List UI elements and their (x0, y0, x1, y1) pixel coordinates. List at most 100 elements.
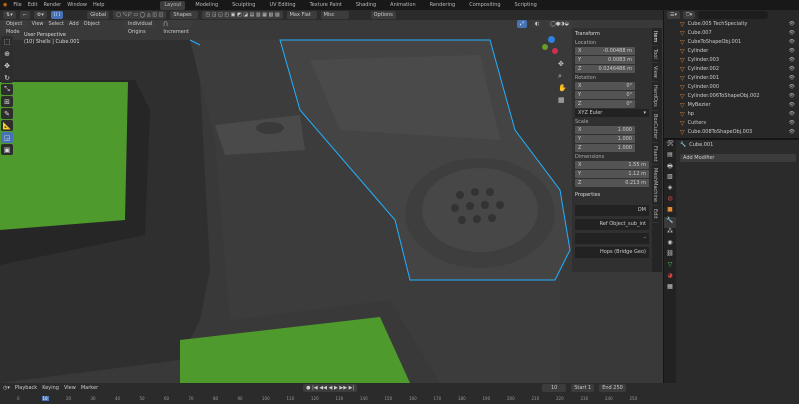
transform-pivot-button[interactable]: ⇅▾ (3, 11, 16, 19)
object-mode-dropdown[interactable]: Object Mode (3, 20, 27, 35)
visibility-icon[interactable]: 👁 (789, 92, 795, 101)
outliner-item[interactable]: ▽ Cylinder.003 👁 (664, 56, 799, 65)
tab-edit[interactable]: Edit (652, 206, 658, 224)
location-y-field[interactable]: Y 0.0083 m (575, 56, 635, 64)
snap-button[interactable]: ⌐ (19, 11, 30, 19)
tab-scripting[interactable]: Scripting (511, 1, 541, 10)
physics-icon[interactable]: ◉ (664, 239, 676, 250)
transform-tool-icon[interactable]: ⊞ (1, 96, 13, 107)
display-mode-dropdown[interactable]: ☰▾ (667, 11, 680, 19)
rotation-z-field[interactable]: Z 0° (575, 100, 635, 108)
frame-ruler[interactable]: 0 10 20 30 40 50 60 70 80 90 100 110 120 130 140 150 160… (0, 383, 663, 404)
options-dropdown[interactable]: Options (370, 11, 396, 19)
visibility-icon[interactable]: 👁 (789, 83, 795, 92)
scene-props-icon[interactable]: ◈ (664, 184, 676, 195)
tab-texture-paint[interactable]: Texture Paint (306, 1, 346, 10)
overlay-toggle[interactable]: ◐ (531, 20, 543, 28)
dimensions-z-field[interactable]: Z 0.213 m (575, 179, 649, 187)
hardops-menu-button[interactable]: Global (87, 11, 110, 19)
annotate-tool-icon[interactable]: ✎ (1, 108, 13, 119)
visibility-icon[interactable]: 👁 (789, 47, 795, 56)
boxcutter-shapes[interactable]: ▢ ◹ ◸ ▭ ◯ ◬ ◫ ◫ (113, 11, 167, 19)
outliner-item[interactable]: ▽ hp 👁 (664, 110, 799, 119)
modifier-props-icon[interactable]: 🔧 (664, 217, 676, 228)
tab-item[interactable]: Item (652, 28, 658, 47)
output-props-icon[interactable]: 🖶 (664, 162, 676, 173)
dimensions-x-field[interactable]: X 1.55 m (575, 161, 649, 169)
prop-field-ref[interactable]: Ref Object_sub_int (575, 219, 649, 230)
outliner-item[interactable]: ▽ Cube.007 👁 (664, 29, 799, 38)
outliner-item[interactable]: ▽ Cylinder.006ToShapeObj.002 👁 (664, 92, 799, 101)
cursor-tool-icon[interactable]: ⊕ (1, 48, 13, 59)
outliner-item[interactable]: ▽ Cylinder 👁 (664, 47, 799, 56)
texture-props-icon[interactable]: ▦ (664, 283, 676, 294)
3d-viewport[interactable]: User Perspective (10) Shells | Cube.001 … (0, 20, 663, 383)
outliner-item[interactable]: ▽ Cylinder.002 👁 (664, 65, 799, 74)
scale-tool-icon[interactable]: ⤡ (1, 84, 13, 95)
scale-x-field[interactable]: X 1.000 (575, 126, 635, 134)
menu-edit[interactable]: Edit (28, 2, 38, 8)
tab-animation[interactable]: Animation (386, 1, 420, 10)
view-nav-buttons[interactable]: ✥ ⌕ ✋ ▦ (558, 58, 568, 106)
snap-increment-dropdown[interactable]: ⋂ Increment (160, 20, 192, 35)
properties-header[interactable]: Properties (575, 191, 649, 199)
measure-tool-icon[interactable]: 📐 (1, 120, 13, 131)
tab-view[interactable]: View (652, 63, 658, 82)
menu-file[interactable]: File (13, 2, 21, 8)
outliner-item[interactable]: ▽ Cube.008ToShapeObj.003 👁 (664, 128, 799, 137)
visibility-icon[interactable]: 👁 (789, 74, 795, 83)
settings-button[interactable]: ⚙▾ (33, 11, 47, 19)
tab-meshmachine[interactable]: MeshMachine (652, 165, 658, 207)
visibility-icon[interactable]: 👁 (789, 56, 795, 65)
world-props-icon[interactable]: ◍ (664, 195, 676, 206)
outliner-item[interactable]: ▽ Cylinder.000 👁 (664, 83, 799, 92)
visibility-icon[interactable]: 👁 (789, 119, 795, 128)
tab-fluent[interactable]: Fluent (652, 143, 658, 166)
outliner-item[interactable]: ▽ MyBezier 👁 (664, 101, 799, 110)
add-modifier-button[interactable]: Add Modifier (680, 154, 796, 162)
outliner-item[interactable]: ▽ CubeToShapeObj.001 👁 (664, 38, 799, 47)
visibility-icon[interactable]: 👁 (789, 128, 795, 137)
view-layer-icon[interactable]: ▧ (664, 173, 676, 184)
menu-help[interactable]: Help (93, 2, 104, 8)
tab-uv-editing[interactable]: UV Editing (265, 1, 299, 10)
prop-field-dm[interactable]: DM (575, 205, 649, 216)
tab-boxcutter[interactable]: BoxCutter (652, 111, 658, 143)
rotation-mode-dropdown[interactable]: XYZ Euler ▾ (575, 109, 649, 117)
constraints-icon[interactable]: ⛓ (664, 250, 676, 261)
tab-tool[interactable]: Tool (652, 46, 658, 64)
view-menu[interactable]: View (32, 21, 44, 27)
prop-field-empty[interactable]: – (575, 233, 649, 244)
dimensions-y-field[interactable]: Y 1.12 m (575, 170, 649, 178)
location-z-field[interactable]: Z 0.0246486 m (575, 65, 635, 73)
outliner-search-input[interactable] (698, 11, 769, 19)
prop-field-hops[interactable]: Hops (Bridge Geo) (575, 247, 649, 258)
outliner-item[interactable]: ▽ Cylinder.001 👁 (664, 74, 799, 83)
outliner-item[interactable]: ▽ Cube.005 TechSpecialty 👁 (664, 20, 799, 29)
shading-modes[interactable]: ◯●◑◒ (547, 20, 572, 28)
visibility-icon[interactable]: 👁 (789, 20, 795, 29)
rotate-tool-icon[interactable]: ↻ (1, 72, 13, 83)
visibility-icon[interactable]: 👁 (789, 38, 795, 47)
tool-props-icon[interactable]: 🛠 (664, 140, 676, 151)
misc-dropdown[interactable]: Misc (320, 11, 349, 19)
scale-z-field[interactable]: Z 1.000 (575, 144, 635, 152)
axis-mode-dropdown[interactable]: Max Flat (286, 11, 317, 19)
tab-shading[interactable]: Shading (352, 1, 380, 10)
select-menu[interactable]: Select (49, 21, 64, 27)
rotation-y-field[interactable]: Y 0° (575, 91, 635, 99)
menu-window[interactable]: Window (67, 2, 87, 8)
select-tool-icon[interactable]: ⬚ (1, 36, 13, 47)
particles-icon[interactable]: ⁂ (664, 228, 676, 239)
tab-layout[interactable]: Layout (160, 0, 186, 10)
visibility-icon[interactable]: 👁 (789, 29, 795, 38)
visibility-icon[interactable]: 👁 (789, 65, 795, 74)
object-menu[interactable]: Object (84, 21, 100, 27)
add-menu[interactable]: Add (69, 21, 79, 27)
scale-y-field[interactable]: Y 1.000 (575, 135, 635, 143)
boxcutter-modes[interactable]: ◳ ◲ ◱ ◰ ▣ ◩ ◪ ▤ ▥ ▦ ▧ ▨ (202, 11, 283, 19)
outliner-item[interactable]: ▽ Cutters 👁 (664, 119, 799, 128)
visibility-icon[interactable]: 👁 (789, 110, 795, 119)
orientation-dropdown[interactable]: Individual Origins (124, 20, 156, 35)
tab-hardops[interactable]: HardOps (652, 82, 658, 111)
